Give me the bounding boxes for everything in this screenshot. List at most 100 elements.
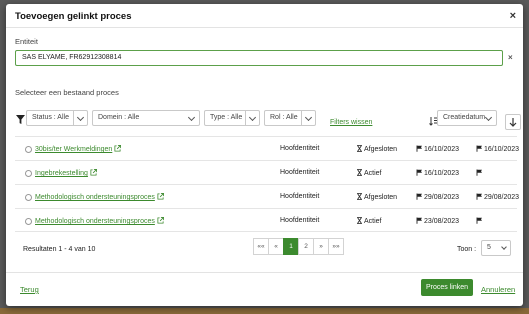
status-text: Afgesloten	[364, 146, 398, 153]
arrow-down-icon	[509, 118, 517, 127]
table-row[interactable]: Methodologisch ondersteuningsproces Hoofd…	[15, 208, 517, 232]
first-page-button[interactable]: ««	[253, 238, 269, 255]
process-name: Methodologisch ondersteuningsproces	[35, 194, 155, 201]
row-radio[interactable]	[25, 170, 32, 177]
last-page-button[interactable]: »»	[328, 238, 344, 255]
footer-divider	[6, 272, 523, 273]
role-cell: Hoofdentiteit	[280, 217, 320, 224]
table-row[interactable]: Methodologisch ondersteuningsproces Hoofd…	[15, 184, 519, 208]
end-date-cell	[476, 217, 484, 225]
sort-field-select[interactable]: Creatiedatum	[437, 110, 497, 126]
domain-filter-select[interactable]: Domein : Alle	[92, 110, 200, 126]
background-page-strip	[0, 308, 529, 314]
role-cell: Hoofdentiteit	[280, 193, 320, 200]
domain-filter-value: Domein : Alle	[98, 114, 140, 121]
external-link-icon	[114, 145, 122, 152]
row-radio[interactable]	[25, 194, 32, 201]
table-row[interactable]: Ingebrekestelling Hoofdentiteit Actief 16/1…	[15, 160, 517, 184]
role-filter-select[interactable]: Rol : Alle	[264, 110, 316, 126]
process-name: 30bis/ter Werkmeldingen	[35, 146, 113, 153]
start-date: 16/10/2023	[424, 146, 460, 153]
type-filter-value: Type : Alle	[210, 114, 243, 121]
external-link-icon	[90, 169, 97, 176]
status-text: Actief	[364, 218, 382, 225]
flag-icon	[476, 169, 482, 176]
process-table: 30bis/ter Werkmeldingen Hoofdentiteit Afge…	[15, 136, 519, 232]
hourglass-icon	[357, 145, 362, 152]
chevron-down-icon	[185, 111, 199, 125]
end-date: 16/10/2023	[484, 146, 520, 153]
status-cell: Afgesloten	[357, 193, 397, 201]
process-name: Methodologisch ondersteuningsproces	[35, 218, 155, 225]
process-name: Ingebrekestelling	[35, 170, 88, 177]
next-page-button[interactable]: »	[313, 238, 329, 255]
status-filter-select[interactable]: Status : Alle	[26, 110, 88, 126]
start-date-cell: 16/10/2023	[416, 169, 459, 177]
start-date: 16/10/2023	[424, 170, 460, 177]
process-name-link[interactable]: Ingebrekestelling	[35, 169, 97, 177]
hourglass-icon	[357, 217, 362, 224]
status-cell: Afgesloten	[357, 145, 397, 153]
end-date-cell: 29/08/2023	[476, 193, 519, 201]
page-1-button[interactable]: 1	[283, 238, 299, 255]
role-cell: Hoofdentiteit	[280, 169, 320, 176]
process-name-link[interactable]: Methodologisch ondersteuningsproces	[35, 193, 164, 201]
entity-field[interactable]: SAS ELYAME, FR62912308814	[15, 50, 503, 66]
chevron-down-icon	[301, 111, 315, 125]
sort-direction-button[interactable]	[505, 114, 521, 130]
link-process-button[interactable]: Proces linken	[421, 279, 473, 296]
flag-icon	[476, 217, 482, 224]
filter-icon	[16, 115, 25, 124]
status-text: Afgesloten	[364, 194, 398, 201]
row-radio[interactable]	[25, 218, 32, 225]
hourglass-icon	[357, 193, 362, 200]
page-size-select[interactable]: 5	[481, 240, 511, 256]
link-process-modal: Toevoegen gelinkt proces × Entiteit SAS …	[6, 4, 523, 306]
start-date: 23/08/2023	[424, 218, 460, 225]
prev-page-button[interactable]: «	[268, 238, 284, 255]
external-link-icon	[157, 193, 164, 200]
status-cell: Actief	[357, 169, 382, 177]
row-radio[interactable]	[25, 146, 32, 153]
flag-icon	[416, 193, 422, 200]
table-row[interactable]: 30bis/ter Werkmeldingen Hoofdentiteit Afge…	[15, 136, 519, 160]
page-2-button[interactable]: 2	[298, 238, 314, 255]
clear-filters-link[interactable]: Filters wissen	[330, 119, 372, 126]
start-date-cell: 29/08/2023	[416, 193, 459, 201]
start-date-cell: 23/08/2023	[416, 217, 459, 225]
flag-icon	[476, 145, 482, 152]
entity-clear-icon[interactable]: ×	[508, 53, 513, 62]
modal-header: Toevoegen gelinkt proces ×	[6, 4, 523, 28]
type-filter-select[interactable]: Type : Alle	[204, 110, 260, 126]
modal-title: Toevoegen gelinkt proces	[15, 11, 132, 22]
status-filter-value: Status : Alle	[32, 114, 69, 121]
chevron-down-icon	[501, 244, 507, 250]
start-date-cell: 16/10/2023	[416, 145, 459, 153]
start-date: 29/08/2023	[424, 194, 460, 201]
flag-icon	[416, 145, 422, 152]
page-size-label: Toon :	[457, 246, 477, 253]
end-date-cell: 16/10/2023	[476, 145, 519, 153]
cancel-link[interactable]: Annuleren	[481, 285, 515, 294]
external-link-icon	[157, 217, 164, 224]
page-size-value: 5	[487, 244, 491, 251]
process-name-link[interactable]: Methodologisch ondersteuningsproces	[35, 217, 164, 225]
status-cell: Actief	[357, 217, 382, 225]
close-icon[interactable]: ×	[510, 10, 516, 22]
chevron-down-icon	[482, 111, 496, 125]
sort-field-value: Creatiedatum	[443, 114, 486, 121]
chevron-down-icon	[245, 111, 259, 125]
role-cell: Hoofdentiteit	[280, 145, 320, 152]
process-name-link[interactable]: 30bis/ter Werkmeldingen	[35, 145, 122, 153]
pagination: «« « 1 2 » »»	[253, 238, 344, 255]
results-count: Resultaten 1 - 4 van 10	[23, 246, 96, 253]
back-link[interactable]: Terug	[20, 285, 39, 294]
entity-label: Entiteit	[15, 37, 38, 46]
role-filter-value: Rol : Alle	[270, 114, 298, 121]
end-date-cell	[476, 169, 484, 177]
flag-icon	[416, 169, 422, 176]
hourglass-icon	[357, 169, 362, 176]
flag-icon	[476, 193, 482, 200]
flag-icon	[416, 217, 422, 224]
end-date: 29/08/2023	[484, 194, 520, 201]
